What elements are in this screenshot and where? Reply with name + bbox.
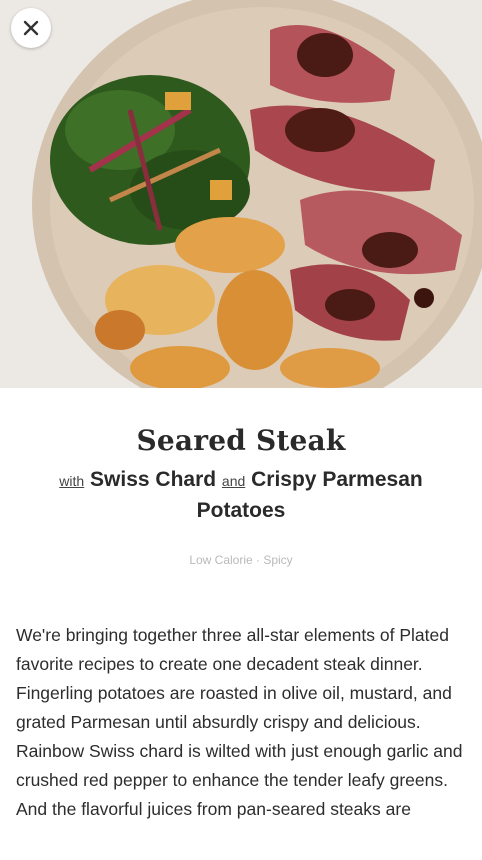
close-button[interactable]	[11, 8, 51, 48]
side-dish-one: Swiss Chard	[90, 468, 217, 491]
recipe-title: Seared Steak	[136, 424, 346, 457]
plated-food-illustration	[0, 0, 482, 388]
recipe-subtitle: with Swiss Chard and Crispy Parmesan Pot…	[40, 465, 442, 525]
and-conjunction: and	[221, 473, 246, 489]
with-conjunction: with	[59, 473, 85, 489]
recipe-description: We're bringing together three all-star e…	[16, 625, 463, 819]
recipe-tags: Low Calorie · Spicy	[189, 553, 293, 567]
recipe-header: Seared Steak with Swiss Chard and Crispy…	[0, 388, 482, 567]
close-icon	[23, 20, 39, 36]
recipe-hero-image	[0, 0, 482, 388]
